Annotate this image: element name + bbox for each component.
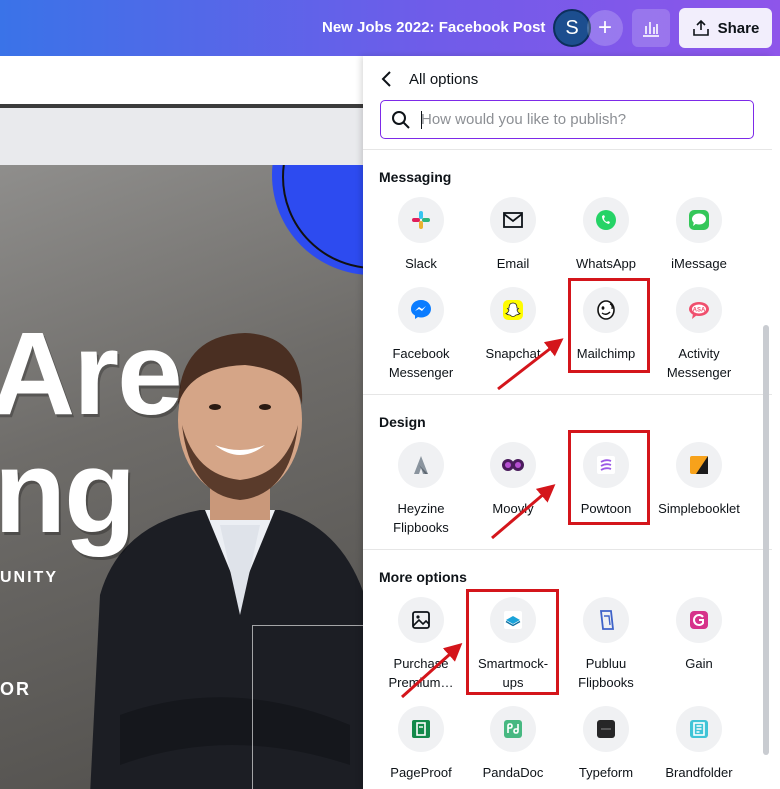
option-purchase-premium[interactable]: Purchase Premium… <box>375 597 467 692</box>
option-label: Typeform <box>578 765 634 780</box>
option-label-line2: Messenger <box>666 365 732 380</box>
option-label: Brandfolder <box>665 765 733 780</box>
option-snapchat[interactable]: Snapchat <box>467 287 559 363</box>
section-title-design: Design <box>379 414 426 430</box>
search-box[interactable] <box>380 100 754 139</box>
option-label: Gain <box>685 656 713 671</box>
option-label: Moovly <box>492 501 534 516</box>
option-activity-messenger[interactable]: ASA Activity Messenger <box>653 287 745 382</box>
option-label-line1: Facebook <box>392 346 450 361</box>
gain-icon <box>676 597 722 643</box>
bar-chart-icon <box>643 22 659 37</box>
envelope-icon <box>490 197 536 243</box>
chevron-left-icon[interactable] <box>377 68 395 90</box>
option-publuu-flipbooks[interactable]: Publuu Flipbooks <box>560 597 652 692</box>
publish-options-panel: All options Messaging Slack Email <box>363 56 772 789</box>
option-simplebooklet[interactable]: Simplebooklet <box>653 442 745 518</box>
whatsapp-icon <box>583 197 629 243</box>
activity-messenger-icon: ASA <box>676 287 722 333</box>
document-title[interactable]: New Jobs 2022: Facebook Post <box>322 19 545 36</box>
option-whatsapp[interactable]: WhatsApp <box>560 197 652 273</box>
option-gain[interactable]: Gain <box>653 597 745 673</box>
top-bar: New Jobs 2022: Facebook Post S + Share <box>0 0 780 56</box>
option-label-line1: Activity <box>678 346 720 361</box>
option-imessage[interactable]: iMessage <box>653 197 745 273</box>
option-label: Heyzine Flipbooks <box>393 499 449 537</box>
brandfolder-icon <box>676 706 722 752</box>
text-cursor <box>421 111 422 129</box>
pandadoc-icon <box>490 706 536 752</box>
option-label-line2: Flipbooks <box>578 675 634 690</box>
canvas-subtext-2: OR <box>0 679 31 699</box>
option-label: Publuu Flipbooks <box>578 654 634 692</box>
canvas-headline-2: ng <box>0 426 136 558</box>
option-pandadoc[interactable]: PandaDoc <box>467 706 559 782</box>
section-title-more-options: More options <box>379 569 467 585</box>
imessage-icon <box>676 197 722 243</box>
blue-circle-shape <box>272 165 363 275</box>
option-label: Activity Messenger <box>667 344 731 382</box>
option-label-line1: Heyzine <box>397 501 445 516</box>
search-input[interactable] <box>421 111 741 128</box>
pageproof-icon <box>398 706 444 752</box>
option-facebook-messenger[interactable]: Facebook Messenger <box>375 287 467 382</box>
canvas-subtext-1: UNITY <box>0 569 58 586</box>
share-button[interactable]: Share <box>679 8 772 48</box>
option-label-line1: Publuu <box>585 656 627 671</box>
slack-icon <box>398 197 444 243</box>
option-label-line1: Purchase <box>393 656 449 671</box>
add-collaborator-button[interactable]: + <box>587 10 623 46</box>
insights-button[interactable] <box>632 9 670 47</box>
option-slack[interactable]: Slack <box>375 197 467 273</box>
option-email[interactable]: Email <box>467 197 559 273</box>
user-avatar[interactable]: S <box>553 9 591 47</box>
option-label: Facebook Messenger <box>389 344 453 382</box>
panel-scroll-track[interactable] <box>772 56 780 789</box>
panel-scrollbar-thumb[interactable] <box>763 325 769 755</box>
canvas-headline-1: Are <box>0 308 183 440</box>
share-label: Share <box>717 19 760 37</box>
panel-header: All options <box>363 56 772 150</box>
option-label: Snapchat <box>485 346 541 361</box>
section-divider <box>363 549 772 550</box>
heyzine-icon <box>398 442 444 488</box>
option-label: Purchase Premium… <box>388 654 453 692</box>
highlight-box-powtoon <box>568 430 650 525</box>
option-label-line2: Flipbooks <box>393 520 449 535</box>
option-label: Simplebooklet <box>658 501 740 516</box>
panel-title: All options <box>409 71 479 88</box>
snapchat-icon <box>490 287 536 333</box>
option-label: WhatsApp <box>576 256 636 271</box>
option-label: Email <box>496 256 530 271</box>
publuu-icon <box>583 597 629 643</box>
image-icon <box>398 597 444 643</box>
option-label: PandaDoc <box>482 765 544 780</box>
messenger-icon <box>398 287 444 333</box>
editor-toolbar <box>0 56 363 108</box>
option-label: iMessage <box>671 256 727 271</box>
option-label: PageProof <box>390 765 452 780</box>
option-label-line2: Premium… <box>388 675 454 690</box>
design-canvas[interactable]: Are ng UNITY OR <box>0 165 363 789</box>
option-moovly[interactable]: Moovly <box>467 442 559 518</box>
upload-icon <box>692 19 709 36</box>
moovly-icon <box>490 442 536 488</box>
svg-text:ASA: ASA <box>693 308 706 314</box>
option-brandfolder[interactable]: Brandfolder <box>653 706 745 782</box>
section-title-messaging: Messaging <box>379 169 452 185</box>
option-label-line2: Messenger <box>388 365 454 380</box>
simplebooklet-icon <box>676 442 722 488</box>
option-typeform[interactable]: Typeform <box>560 706 652 782</box>
typeform-icon <box>583 706 629 752</box>
highlight-box-mailchimp <box>568 278 650 373</box>
search-icon <box>381 110 421 130</box>
canvas-frame-outline <box>252 625 363 789</box>
option-pageproof[interactable]: PageProof <box>375 706 467 782</box>
section-divider <box>363 394 772 395</box>
option-label: Slack <box>405 256 437 271</box>
option-heyzine-flipbooks[interactable]: Heyzine Flipbooks <box>375 442 467 537</box>
highlight-box-smartmockups <box>466 589 559 695</box>
